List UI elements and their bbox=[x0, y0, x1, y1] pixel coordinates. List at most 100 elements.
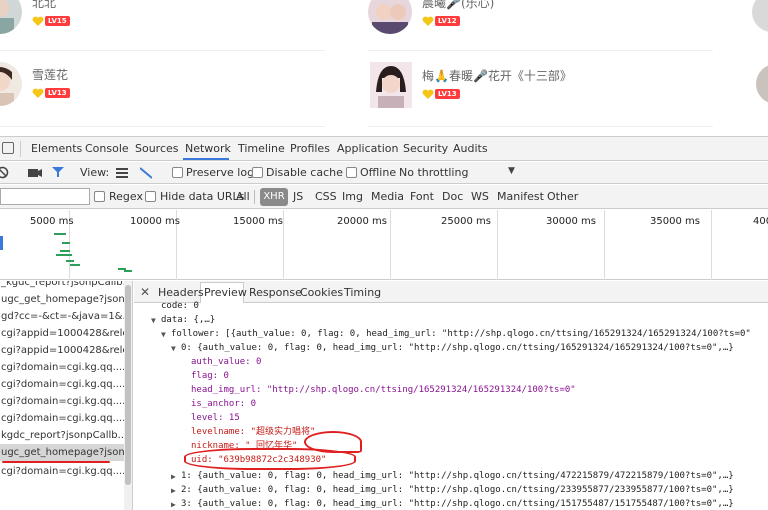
divider bbox=[368, 50, 713, 51]
expand-arrow-icon[interactable]: ▼ bbox=[151, 314, 156, 327]
heart-icon bbox=[422, 89, 434, 99]
level-text: LV13 bbox=[435, 89, 460, 100]
tab-preview[interactable]: Preview bbox=[204, 286, 247, 299]
avatar[interactable] bbox=[368, 0, 412, 34]
network-toolbar: View: Preserve log Disable cache Offline… bbox=[0, 162, 768, 184]
network-overview[interactable]: 5000 ms 10000 ms 15000 ms 20000 ms 25000… bbox=[0, 210, 768, 280]
tab-timing[interactable]: Timing bbox=[344, 286, 381, 299]
request-row-selected[interactable]: ugc_get_homepage?json... bbox=[0, 444, 124, 461]
filter-all[interactable]: All bbox=[236, 190, 250, 203]
filter-manifest[interactable]: Manifest bbox=[497, 190, 544, 203]
timeline-bar bbox=[60, 250, 70, 252]
offline-checkbox[interactable] bbox=[346, 167, 357, 178]
inspect-icon[interactable] bbox=[2, 142, 14, 154]
filter-xhr[interactable]: XHR bbox=[260, 188, 288, 206]
request-row[interactable]: _kgdc_report?jsonpCallb... bbox=[0, 281, 124, 291]
user-card[interactable]: 晨曦🎤(乐心) LV12 bbox=[368, 0, 494, 34]
expand-arrow-icon[interactable]: ▶ bbox=[171, 470, 176, 483]
filter-media[interactable]: Media bbox=[371, 190, 404, 203]
avatar[interactable] bbox=[756, 64, 768, 104]
request-row[interactable]: cgi?domain=cgi.kg.qq.... bbox=[0, 463, 124, 480]
scrollbar[interactable] bbox=[124, 281, 132, 510]
request-row[interactable]: cgi?domain=cgi.kg.qq.... bbox=[0, 393, 124, 410]
timeline-bar bbox=[0, 236, 3, 250]
divider bbox=[368, 126, 713, 127]
scrollbar-thumb[interactable] bbox=[125, 285, 131, 485]
filter-other[interactable]: Other bbox=[547, 190, 578, 203]
user-card[interactable]: 雪莲花 LV13 bbox=[0, 62, 70, 106]
request-row[interactable]: cgi?domain=cgi.kg.qq.... bbox=[0, 359, 124, 376]
timeline-bar bbox=[62, 242, 70, 244]
filter-img[interactable]: Img bbox=[342, 190, 363, 203]
request-row[interactable]: ugc_get_homepage?json... bbox=[0, 291, 124, 308]
hide-data-urls-checkbox[interactable] bbox=[145, 191, 156, 202]
user-name[interactable]: 晨曦🎤(乐心) bbox=[422, 0, 494, 11]
timeline-bar bbox=[56, 254, 72, 256]
close-icon[interactable]: ✕ bbox=[140, 285, 150, 299]
waterfall-view-icon[interactable] bbox=[140, 167, 152, 179]
user-name[interactable]: 北北 bbox=[32, 0, 70, 11]
filter-ws[interactable]: WS bbox=[471, 190, 489, 203]
user-card[interactable]: 梅🙏春暖🎤花开《十三部》 LV13 bbox=[370, 62, 572, 108]
avatar[interactable] bbox=[0, 62, 22, 106]
clear-icon[interactable] bbox=[0, 166, 9, 179]
user-name[interactable]: 雪莲花 bbox=[32, 66, 70, 83]
preserve-log-checkbox[interactable] bbox=[172, 167, 183, 178]
filter-input[interactable] bbox=[0, 188, 90, 205]
tab-elements[interactable]: Elements bbox=[31, 142, 82, 155]
json-line[interactable]: 0: {auth_value: 0, flag: 0, head_img_url… bbox=[181, 342, 734, 355]
request-row[interactable]: cgi?domain=cgi.kg.qq.... bbox=[0, 410, 124, 427]
chevron-down-icon[interactable]: ▼ bbox=[508, 166, 515, 176]
level-badge: LV15 bbox=[32, 15, 70, 27]
tab-application[interactable]: Application bbox=[337, 142, 398, 155]
filter-doc[interactable]: Doc bbox=[442, 190, 463, 203]
json-line[interactable]: 3: {auth_value: 0, flag: 0, head_img_url… bbox=[181, 498, 734, 510]
avatar[interactable] bbox=[370, 62, 412, 108]
tab-headers[interactable]: Headers bbox=[158, 286, 204, 299]
tick-label: 30000 ms bbox=[546, 216, 596, 227]
tab-sources[interactable]: Sources bbox=[135, 142, 179, 155]
throttling-select[interactable]: No throttling bbox=[399, 166, 468, 179]
user-name[interactable]: 梅🙏春暖🎤花开《十三部》 bbox=[422, 67, 572, 84]
divider bbox=[254, 190, 255, 204]
level-badge: LV13 bbox=[422, 88, 460, 100]
request-row[interactable]: cgi?appid=1000428&rele... bbox=[0, 325, 124, 342]
json-line[interactable]: data: {,…} bbox=[161, 314, 215, 327]
tab-timeline[interactable]: Timeline bbox=[238, 142, 285, 155]
tab-profiles[interactable]: Profiles bbox=[290, 142, 330, 155]
camera-icon[interactable] bbox=[28, 167, 42, 178]
tab-network[interactable]: Network bbox=[185, 142, 231, 155]
filter-font[interactable]: Font bbox=[410, 190, 434, 203]
json-line[interactable]: 2: {auth_value: 0, flag: 0, head_img_url… bbox=[181, 484, 734, 497]
json-line[interactable]: 1: {auth_value: 0, flag: 0, head_img_url… bbox=[181, 470, 734, 483]
tick-label: 15000 ms bbox=[233, 216, 283, 227]
expand-arrow-icon[interactable]: ▶ bbox=[171, 498, 176, 510]
tab-response[interactable]: Response bbox=[249, 286, 302, 299]
filter-js[interactable]: JS bbox=[293, 190, 303, 203]
divider bbox=[20, 141, 21, 157]
request-row[interactable]: cgi?domain=cgi.kg.qq.... bbox=[0, 376, 124, 393]
annotation-circle bbox=[304, 431, 362, 453]
json-line[interactable]: follower: [{auth_value: 0, flag: 0, head… bbox=[171, 328, 751, 341]
heart-icon bbox=[422, 16, 434, 26]
list-view-icon[interactable] bbox=[116, 168, 128, 178]
filter-icon[interactable] bbox=[52, 166, 64, 178]
filter-css[interactable]: CSS bbox=[315, 190, 337, 203]
request-row[interactable]: kgdc_report?jsonpCallb... bbox=[0, 427, 124, 444]
tab-console[interactable]: Console bbox=[85, 142, 129, 155]
avatar[interactable] bbox=[752, 0, 768, 32]
tab-audits[interactable]: Audits bbox=[453, 142, 488, 155]
user-card[interactable]: 北北 LV15 bbox=[0, 0, 70, 34]
disable-cache-checkbox[interactable] bbox=[252, 167, 263, 178]
request-row[interactable]: cgi?appid=1000428&rele... bbox=[0, 342, 124, 359]
avatar[interactable] bbox=[0, 0, 22, 34]
tab-cookies[interactable]: Cookies bbox=[300, 286, 343, 299]
tab-security[interactable]: Security bbox=[403, 142, 448, 155]
request-row[interactable]: gd?cc=-&ct=-&java=1&... bbox=[0, 308, 124, 325]
json-line: level: 15 bbox=[191, 413, 240, 423]
expand-arrow-icon[interactable]: ▶ bbox=[171, 484, 176, 497]
expand-arrow-icon[interactable]: ▼ bbox=[161, 328, 166, 341]
regex-checkbox[interactable] bbox=[94, 191, 105, 202]
expand-arrow-icon[interactable]: ▼ bbox=[171, 342, 176, 355]
json-line: code: 0 bbox=[161, 301, 199, 311]
